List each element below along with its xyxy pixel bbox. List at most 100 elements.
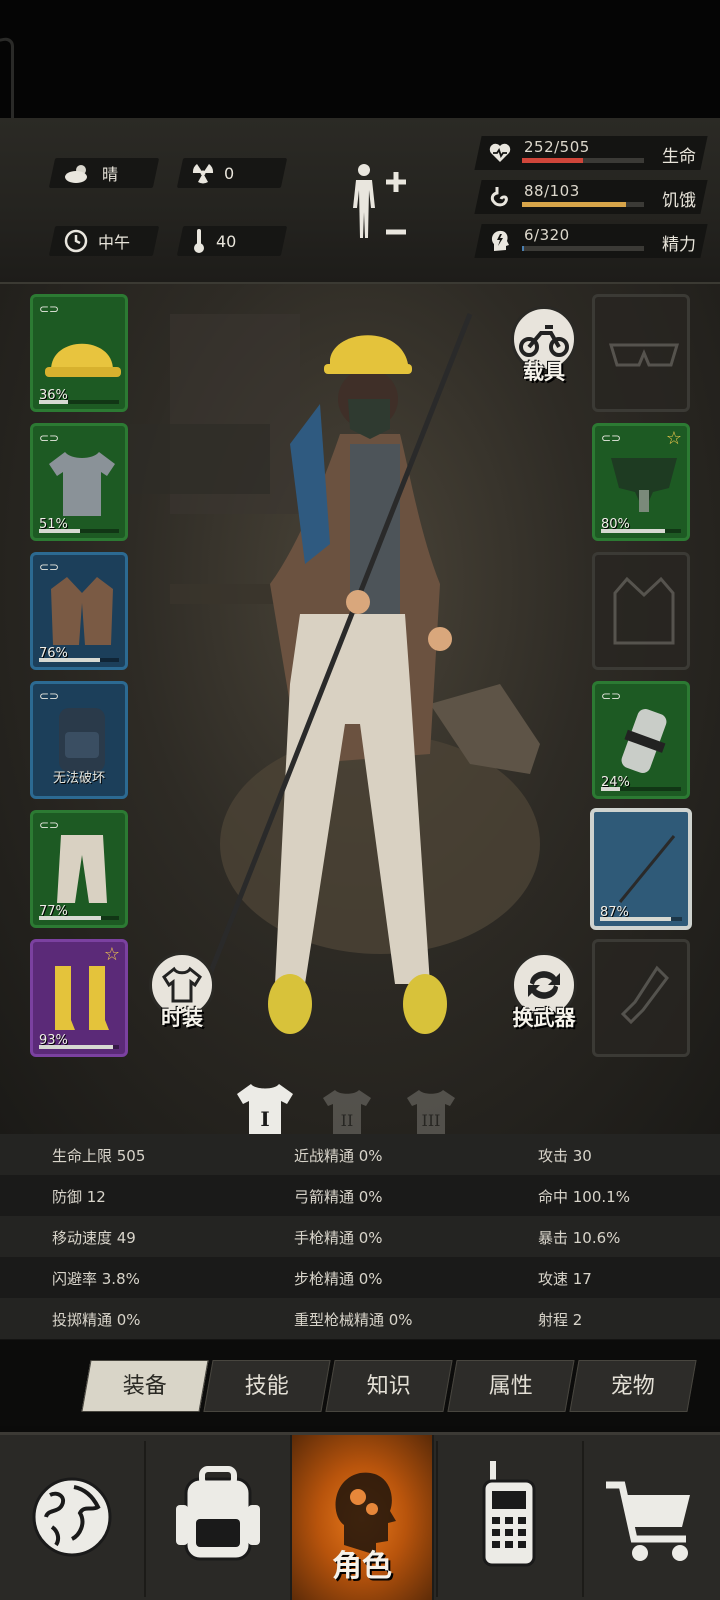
fashion-label: 时装 [161,1006,203,1030]
stat-cell: 命中 100.1% [538,1188,630,1206]
nav-character[interactable]: 角色 [290,1435,434,1600]
tab-attributes-label: 属性 [488,1374,533,1399]
slot-coat[interactable]: ⊂⊃ 76% [30,552,128,670]
rain-boots-icon [55,966,109,1030]
head-durability-pct: 36% [39,388,68,403]
hunger-stat: 88/103 饥饿 [474,180,708,214]
energy-bar-fill [522,246,525,251]
hunger-bar-fill [522,202,627,207]
bottle-placeholder-icon [620,965,669,1025]
stomach-icon [490,187,508,207]
thermometer-icon [194,229,204,253]
stat-cell: 近战精通 0% [294,1147,383,1165]
body-status-button[interactable] [350,160,420,260]
stat-cell: 射程 2 [538,1311,583,1329]
time-indicator: 中午 [48,226,160,256]
slot-mask[interactable]: ⊂⊃ ☆ 80% [592,423,690,541]
vehicle-label: 载具 [523,360,565,384]
cart-icon [606,1481,690,1561]
switch-weapon-button[interactable]: 换武器 [508,952,580,1032]
slot-accessory[interactable]: ⊂⊃ 24% [592,681,690,799]
cloud-sun-icon [65,165,87,183]
tab-pets-label: 宠物 [610,1374,655,1399]
t-shirt-icon [49,452,115,516]
character-stage: ⊂⊃ 36% ⊂⊃ 51% ⊂⊃ 76% ⊂⊃ 无法破坏 ⊂⊃ 77% ☆ 93… [0,284,720,1134]
coat-icon [51,577,113,645]
slot-pants[interactable]: ⊂⊃ 77% [30,810,128,928]
bottom-navigation: 角色 [0,1432,720,1600]
mask-durability-pct: 80% [601,517,630,532]
outfit-set-3-tab[interactable]: III [407,1090,455,1136]
weather-indicator: 晴 [48,158,160,188]
human-figure-icon [353,164,406,238]
nav-shop[interactable] [576,1435,720,1600]
nav-radio[interactable] [438,1435,582,1600]
lock-link-icon: ⊂⊃ [39,818,60,832]
walkie-talkie-icon [482,1461,536,1567]
stats-row: 闪避率 3.8% 步枪精通 0% 攻速 17 [0,1257,720,1298]
slot-vest-empty[interactable] [592,552,690,670]
backpack-note: 无法破坏 [52,771,105,786]
tab-skills[interactable]: 技能 [203,1360,331,1412]
lock-link-icon: ⊂⊃ [601,431,622,445]
stat-cell: 重型枪械精通 0% [294,1311,413,1329]
temperature-value: 40 [216,231,237,251]
pants-durability-pct: 77% [39,904,68,919]
vehicle-button[interactable]: 载具 [508,306,580,386]
shirt-durability-pct: 51% [39,517,68,532]
time-value: 中午 [98,233,131,252]
gas-mask-icon [611,458,677,512]
outfit-set-1-label: I [260,1107,269,1131]
slot-throwable-empty[interactable] [592,939,690,1057]
health-stat: 252/505 生命 [474,136,708,170]
stat-cell: 暴击 10.6% [538,1229,621,1247]
tab-equipment-label: 装备 [122,1374,167,1399]
bandage-roll-icon [621,708,667,774]
radiation-indicator: 0 [176,158,288,188]
tab-equipment[interactable]: 装备 [81,1360,209,1412]
slot-weapon-selected[interactable]: 87% [590,808,692,930]
boots-durability-pct: 93% [39,1033,68,1048]
switch-weapon-label: 换武器 [512,1006,576,1030]
slot-shirt[interactable]: ⊂⊃ 51% [30,423,128,541]
fashion-button[interactable]: 时装 [146,952,218,1032]
energy-stat: 6/320 精力 [474,224,708,258]
vest-placeholder-icon [613,576,675,645]
hunger-value: 88/103 [524,182,580,200]
slot-head[interactable]: ⊂⊃ 36% [30,294,128,412]
outfit-set-2-tab[interactable]: II [323,1090,371,1136]
stat-cell: 生命上限 505 [52,1147,146,1165]
lock-link-icon: ⊂⊃ [39,302,60,316]
stat-cell: 防御 12 [52,1188,106,1206]
slot-backpack[interactable]: ⊂⊃ 无法破坏 [30,681,128,799]
hard-hat-icon [45,343,121,377]
weapon-durability-pct: 87% [600,905,629,920]
stat-cell: 攻击 30 [538,1147,592,1165]
stats-row: 生命上限 505 近战精通 0% 攻击 30 [0,1134,720,1175]
character-tabs: 装备 技能 知识 属性 宠物 [0,1340,720,1426]
clock-icon [64,229,88,253]
nav-character-label: 角色 [332,1549,392,1584]
slot-boots[interactable]: ☆ 93% [30,939,128,1057]
nav-map[interactable] [0,1435,144,1600]
stat-cell: 手枪精通 0% [294,1229,383,1247]
health-bar-fill [522,158,583,163]
hunger-label: 饥饿 [662,191,696,211]
slot-glasses-empty[interactable] [592,294,690,412]
stat-cell: 攻速 17 [538,1270,592,1288]
health-value: 252/505 [524,138,590,156]
nav-inventory[interactable] [146,1435,290,1600]
stats-row: 移动速度 49 手枪精通 0% 暴击 10.6% [0,1216,720,1257]
radiation-icon [192,164,214,184]
energy-value: 6/320 [524,226,570,244]
outfit-set-1-tab[interactable]: I [237,1084,293,1138]
outfit-set-3-label: III [422,1111,441,1130]
tab-knowledge[interactable]: 知识 [325,1360,453,1412]
glasses-placeholder-icon [608,343,680,367]
energy-label: 精力 [662,235,696,255]
tab-attributes[interactable]: 属性 [447,1360,575,1412]
status-bar-area [0,0,720,184]
tab-pets[interactable]: 宠物 [569,1360,697,1412]
spear-icon [618,835,676,903]
shirt-outline-icon [162,966,202,1003]
